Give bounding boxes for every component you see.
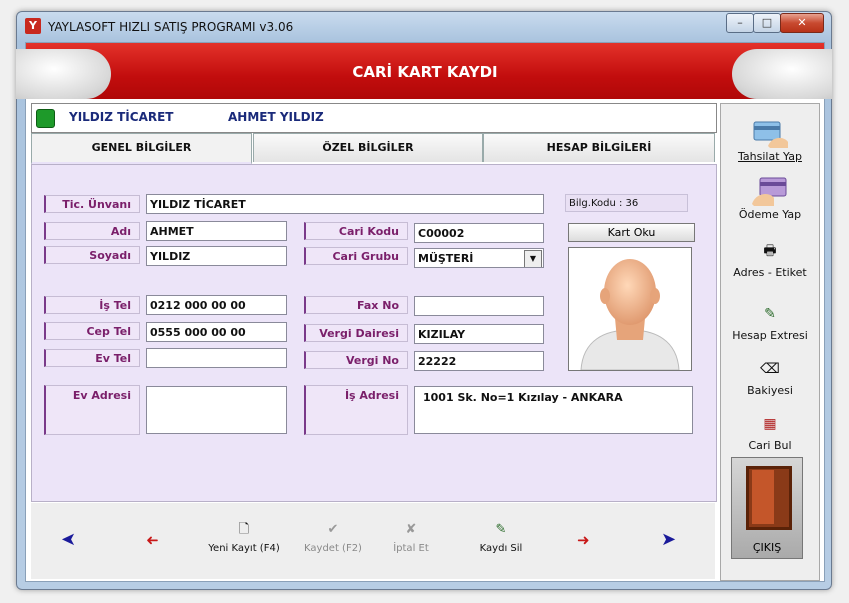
customer-photo: [568, 247, 692, 371]
new-record-button[interactable]: 🗋 Yeni Kayıt (F4): [199, 521, 289, 554]
statement-icon: ✎: [764, 306, 776, 322]
checkmark-icon: ✔: [327, 522, 339, 537]
save-button[interactable]: ✔ Kaydet (F2): [293, 521, 373, 554]
header-banner: CARİ KART KAYDI: [16, 43, 832, 99]
label-soyadi: Soyadı: [44, 246, 140, 264]
kart-oku-button[interactable]: Kart Oku: [568, 223, 695, 242]
label-tic-unvani: Tic. Ünvanı: [44, 195, 140, 213]
is-tel-input[interactable]: 0212 000 00 00: [146, 295, 287, 315]
new-record-label: Yeni Kayıt (F4): [208, 543, 280, 554]
general-info-form: Tic. Ünvanı YILDIZ TİCARET Bilg.Kodu : 3…: [31, 164, 717, 502]
page-title: CARİ KART KAYDI: [352, 63, 498, 81]
eraser-icon: ⌫: [760, 361, 780, 377]
label-is-adresi: İş Adresi: [304, 385, 408, 435]
info-person-name: AHMET YILDIZ: [228, 110, 324, 124]
label-ev-tel: Ev Tel: [44, 349, 140, 367]
first-record-button[interactable]: ➤: [61, 529, 76, 550]
label-cari-grubu: Cari Grubu: [304, 247, 408, 265]
cari-grubu-select[interactable]: MÜŞTERİ ▼: [414, 248, 544, 268]
soyadi-input[interactable]: YILDIZ: [146, 246, 287, 266]
delete-record-button[interactable]: ✎ Kaydı Sil: [466, 521, 536, 554]
odeme-label: Ödeme Yap: [738, 208, 802, 221]
bilgisayar-kodu: Bilg.Kodu : 36: [565, 194, 688, 212]
vergi-no-input[interactable]: 22222: [414, 351, 544, 371]
tahsilat-yap-button[interactable]: Tahsilat Yap: [721, 118, 819, 163]
hesap-extresi-label: Hesap Extresi: [732, 329, 808, 342]
open-door-icon: [752, 470, 774, 524]
cross-icon: ✘: [405, 522, 417, 537]
title-bar[interactable]: Y YAYLASOFT HIZLI SATIŞ PROGRAMI v3.06 –…: [17, 12, 831, 42]
cep-tel-input[interactable]: 0555 000 00 00: [146, 322, 287, 342]
person-avatar-icon: [580, 259, 680, 371]
delete-record-icon: ✎: [495, 522, 507, 537]
info-company-name: YILDIZ TİCARET: [69, 110, 174, 124]
adres-label: Adres - Etiket: [733, 266, 807, 279]
label-vergi-dairesi: Vergi Dairesi: [304, 324, 408, 342]
label-ev-adresi: Ev Adresi: [44, 385, 140, 435]
cikis-label: ÇIKIŞ: [752, 541, 782, 554]
is-adresi-textarea[interactable]: 1001 Sk. No=1 Kızılay - ANKARA: [414, 386, 693, 434]
tab-genel-bilgiler[interactable]: GENEL BİLGİLER: [31, 133, 252, 165]
cancel-label: İptal Et: [393, 543, 429, 554]
cikis-button[interactable]: ÇIKIŞ: [731, 457, 803, 559]
record-toolbar: ➤ ➜ 🗋 Yeni Kayıt (F4) ✔ Kaydet (F2) ✘ İp…: [31, 503, 715, 579]
vergi-dairesi-input[interactable]: KIZILAY: [414, 324, 544, 344]
next-record-button[interactable]: ➜: [577, 531, 590, 549]
bakiyesi-button[interactable]: ⌫ Bakiyesi: [721, 358, 819, 397]
label-vergi-no: Vergi No: [304, 351, 408, 369]
adres-etiket-button[interactable]: 🖶 Adres - Etiket: [721, 240, 819, 279]
card-payment-icon: [721, 176, 819, 206]
adi-input[interactable]: AHMET: [146, 221, 287, 241]
minimize-button[interactable]: –: [726, 13, 754, 33]
client-area: CARİ KART KAYDI YILDIZ TİCARET AHMET YIL…: [16, 42, 832, 582]
delete-label: Kaydı Sil: [479, 543, 523, 554]
tab-hesap-bilgileri[interactable]: HESAP BİLGİLERİ: [483, 133, 715, 162]
label-fax-no: Fax No: [304, 296, 408, 314]
tab-ozel-bilgiler[interactable]: ÖZEL BİLGİLER: [253, 133, 483, 162]
cari-kodu-input[interactable]: C00002: [414, 223, 544, 243]
calendar-search-icon: ▦: [763, 416, 777, 432]
last-record-button[interactable]: ➤: [661, 529, 676, 550]
customer-info-bar: YILDIZ TİCARET AHMET YILDIZ: [31, 103, 717, 133]
chevron-down-icon[interactable]: ▼: [524, 250, 542, 267]
cari-bul-button[interactable]: ▦ Cari Bul: [721, 413, 819, 452]
payment-card-icon: [721, 118, 819, 148]
status-indicator-icon: [36, 109, 55, 128]
cari-grubu-value: MÜŞTERİ: [418, 252, 474, 265]
tic-unvani-input[interactable]: YILDIZ TİCARET: [146, 194, 544, 214]
odeme-yap-button[interactable]: Ödeme Yap: [721, 176, 819, 221]
label-cep-tel: Cep Tel: [44, 322, 140, 340]
app-window: Y YAYLASOFT HIZLI SATIŞ PROGRAMI v3.06 –…: [16, 11, 832, 590]
action-sidebar: Tahsilat Yap Ödeme Yap 🖶 Adres - Etiket …: [720, 103, 820, 581]
close-button[interactable]: ✕: [780, 13, 824, 33]
maximize-button[interactable]: □: [753, 13, 781, 33]
previous-record-button[interactable]: ➜: [146, 531, 159, 549]
hesap-extresi-button[interactable]: ✎ Hesap Extresi: [721, 303, 819, 342]
save-label: Kaydet (F2): [304, 543, 362, 554]
cancel-button[interactable]: ✘ İptal Et: [376, 521, 446, 554]
bakiyesi-label: Bakiyesi: [747, 384, 793, 397]
cari-bul-label: Cari Bul: [748, 439, 792, 452]
label-adi: Adı: [44, 222, 140, 240]
ev-adresi-textarea[interactable]: [146, 386, 287, 434]
printer-icon: 🖶: [763, 243, 777, 259]
fax-no-input[interactable]: [414, 296, 544, 316]
label-cari-kodu: Cari Kodu: [304, 222, 408, 240]
ev-tel-input[interactable]: [146, 348, 287, 368]
label-is-tel: İş Tel: [44, 296, 140, 314]
tahsilat-label: Tahsilat Yap: [738, 150, 802, 163]
app-icon: Y: [25, 18, 41, 34]
window-title: YAYLASOFT HIZLI SATIŞ PROGRAMI v3.06: [48, 20, 294, 34]
tab-strip: GENEL BİLGİLER ÖZEL BİLGİLER HESAP BİLGİ…: [31, 133, 715, 165]
new-document-icon: 🗋: [238, 522, 250, 537]
